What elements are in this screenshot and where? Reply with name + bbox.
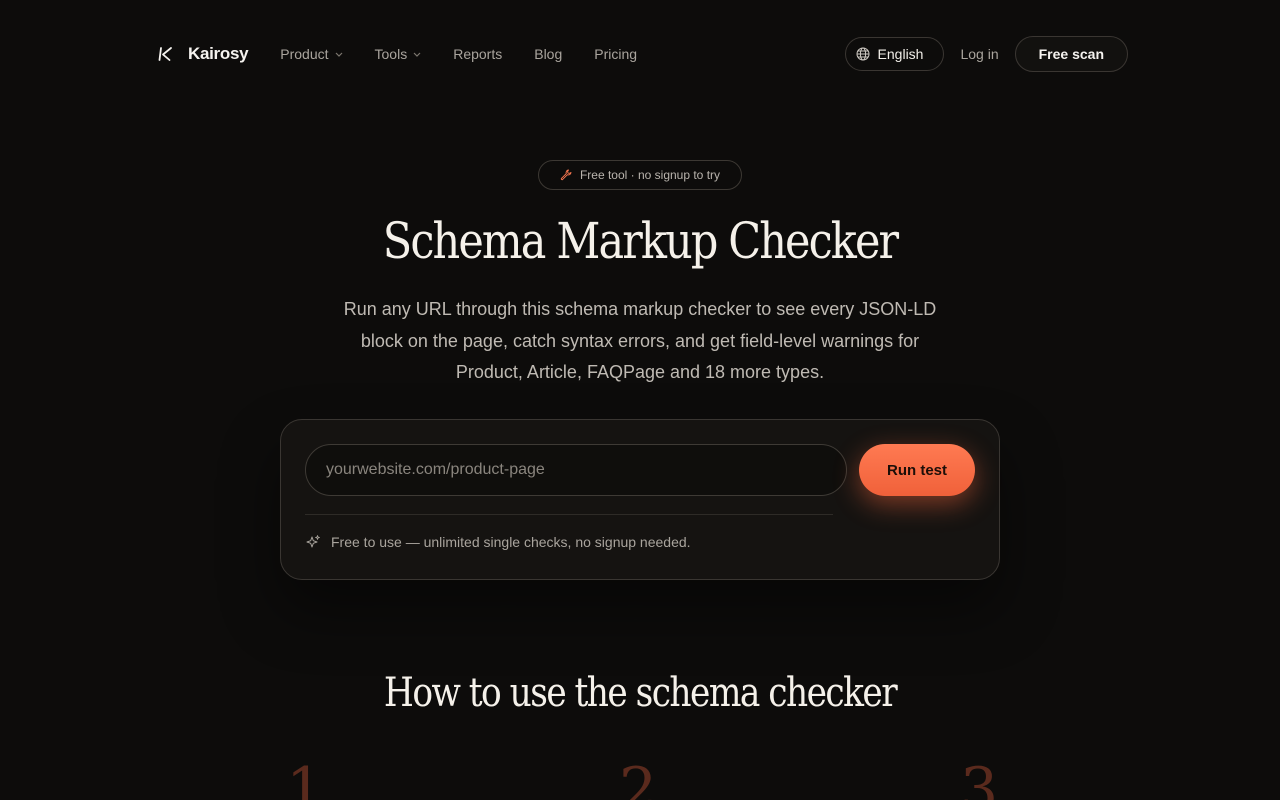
nav-item-blog[interactable]: Blog <box>534 46 562 62</box>
step-number-1: 1 <box>286 755 325 800</box>
page: Kairosy Product Tools Reports Blog Prici… <box>0 0 1280 800</box>
nav-item-label: Product <box>280 46 329 62</box>
schema-checker-card: Run test Free to use — unlimited single … <box>280 419 1000 580</box>
nav-item-product[interactable]: Product <box>280 46 342 62</box>
nav-links: Product Tools Reports Blog Pricing <box>280 46 637 62</box>
note-text: Free to use — unlimited single checks, n… <box>331 534 691 550</box>
nav-item-pricing[interactable]: Pricing <box>594 46 637 62</box>
hero-description: Run any URL through this schema markup c… <box>343 299 937 382</box>
nav-item-label: Pricing <box>594 46 638 62</box>
free-usage-note: Free to use — unlimited single checks, n… <box>305 534 691 550</box>
url-input[interactable] <box>305 444 847 496</box>
nav-item-label: Tools <box>374 46 408 62</box>
free-tool-badge: Free tool · no signup to try <box>538 160 742 190</box>
nav-item-reports[interactable]: Reports <box>453 46 502 62</box>
brand-name: Kairosy <box>188 44 249 63</box>
nav-item-label: Reports <box>453 46 503 62</box>
language-selector[interactable]: English <box>844 37 945 71</box>
nav-actions: English Log in Free scan <box>844 36 1128 72</box>
login-link[interactable]: Log in <box>960 46 998 62</box>
sparkle-icon <box>306 535 320 548</box>
step-number-3: 3 <box>960 755 999 800</box>
how-to-title: How to use the schema checker <box>383 670 898 716</box>
step-number-2: 2 <box>619 755 658 800</box>
page-title: Schema Markup Checker <box>382 212 899 270</box>
globe-icon <box>856 47 870 61</box>
nav-item-tools[interactable]: Tools <box>375 46 422 62</box>
language-label: English <box>877 46 924 62</box>
nav-item-label: Blog <box>534 46 563 62</box>
chevron-down-icon <box>335 52 342 57</box>
chevron-down-icon <box>413 52 421 57</box>
run-test-button[interactable]: Run test <box>859 444 975 496</box>
kairosy-logo-icon <box>158 47 172 61</box>
badge-label: Free tool · no signup to try <box>579 168 721 182</box>
card-divider <box>305 514 833 515</box>
wrench-icon <box>560 169 572 181</box>
brand[interactable]: Kairosy <box>158 44 249 64</box>
top-navigation: Kairosy Product Tools Reports Blog Prici… <box>158 36 1128 72</box>
free-scan-button[interactable]: Free scan <box>1014 36 1128 72</box>
